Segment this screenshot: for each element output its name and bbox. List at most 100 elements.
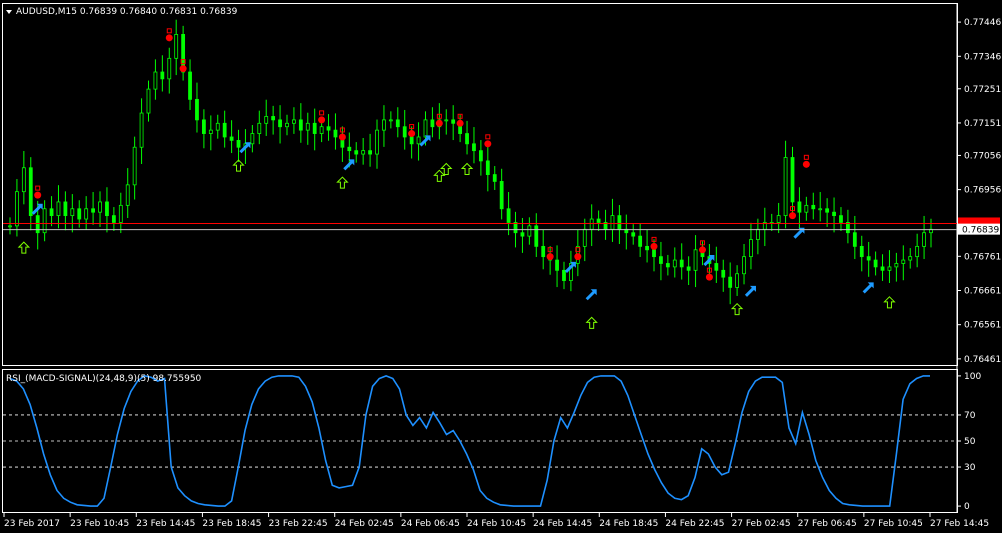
trading-chart[interactable]: 0.76839 0.77446 0.77346 0.77251 0.77151 0.77…: [0, 0, 1002, 533]
candle-body: [679, 259, 684, 268]
candle-body: [880, 266, 885, 271]
candle-body: [915, 245, 920, 258]
candle-body: [111, 215, 116, 223]
candle-body: [749, 239, 753, 258]
sell-marker-icon: [179, 65, 187, 73]
candle-body: [686, 266, 691, 271]
sell-marker-icon: [705, 273, 713, 281]
sell-marker-icon: [484, 140, 492, 148]
time-tick-label: 27 Feb 14:45: [930, 519, 989, 529]
candle-body: [665, 263, 670, 268]
candle-body: [354, 150, 359, 155]
time-tick-label: 23 Feb 10:45: [70, 519, 129, 529]
candle-body: [776, 215, 781, 223]
candle-body: [804, 204, 809, 213]
candle-body: [312, 122, 317, 134]
candle-body: [735, 273, 740, 288]
candle-body: [887, 266, 892, 271]
price-tick-label: 0.76561: [964, 321, 1001, 331]
candle-body: [672, 259, 677, 268]
candle-body: [894, 263, 899, 268]
symbol-header[interactable]: AUDUSD,M15 0.76839 0.76840 0.76831 0.768…: [6, 7, 238, 17]
candle-body: [728, 276, 733, 288]
symbol-header-text: AUDUSD,M15 0.76839 0.76840 0.76831 0.768…: [16, 7, 238, 17]
candle-body: [610, 215, 615, 230]
price-tick-label: 0.77446: [964, 18, 1001, 28]
candle-body: [402, 126, 407, 138]
sell-marker-icon: [698, 246, 706, 254]
candle-body: [811, 204, 816, 210]
candle-body: [416, 136, 421, 145]
candle-body: [292, 119, 296, 124]
candle-body: [783, 157, 788, 217]
candle-body: [91, 208, 95, 213]
candle-body: [305, 122, 310, 131]
sell-marker-icon: [546, 253, 554, 261]
candle-body: [444, 119, 449, 122]
candle-body: [195, 98, 199, 121]
candle-body: [423, 119, 428, 138]
candle-body: [201, 119, 206, 134]
candle-body: [596, 218, 601, 223]
candle-body: [285, 122, 289, 128]
candle-body: [146, 88, 151, 114]
candle-body: [859, 245, 864, 258]
candle-body: [430, 119, 435, 128]
candle-body: [250, 133, 255, 145]
candle-body: [125, 184, 130, 206]
candle-body: [652, 249, 656, 258]
candle-body: [846, 222, 850, 234]
candle-body: [499, 181, 504, 210]
candle-body: [167, 57, 172, 80]
time-tick-label: 23 Feb 2017: [4, 519, 60, 529]
price-tick-label: 0.77346: [964, 52, 1001, 62]
candle-body: [35, 215, 40, 234]
time-tick-label: 24 Feb 02:45: [335, 519, 394, 529]
candle-body: [873, 259, 878, 268]
candle-body: [174, 34, 179, 59]
candle-body: [160, 71, 165, 80]
candle-body: [56, 201, 61, 217]
candle-body: [492, 174, 497, 182]
candle-body: [368, 150, 372, 155]
candle-body: [520, 232, 525, 237]
candle-body: [513, 222, 518, 234]
candle-body: [361, 150, 366, 155]
candle-body: [222, 122, 227, 138]
candle-body: [839, 215, 843, 223]
candle-body: [188, 71, 192, 100]
candle-body: [236, 139, 241, 148]
candle-body: [347, 146, 352, 152]
sell-marker-icon: [34, 191, 42, 199]
candle-body: [15, 191, 19, 227]
indicator-tick-label: 100: [964, 372, 981, 382]
candle-body: [478, 150, 483, 162]
candle-body: [541, 245, 546, 258]
candle-body: [319, 126, 324, 134]
sell-marker-icon: [318, 116, 326, 124]
candle-body: [693, 249, 698, 271]
candle-body: [638, 235, 643, 247]
time-tick-label: 23 Feb 14:45: [136, 519, 195, 529]
candle-body: [797, 201, 802, 213]
indicator-tick-label: 70: [964, 411, 976, 421]
indicator-tick-label: 30: [964, 463, 976, 473]
sell-marker-icon: [456, 119, 464, 127]
time-tick-label: 23 Feb 18:45: [202, 519, 261, 529]
candle-body: [298, 119, 303, 131]
price-tick-label: 0.77151: [964, 119, 1001, 129]
sell-marker-icon: [435, 119, 443, 127]
candle-body: [790, 157, 795, 203]
chart-background: [0, 0, 1002, 533]
sell-marker-icon: [338, 133, 346, 141]
candle-body: [755, 228, 760, 240]
candle-body: [922, 232, 926, 247]
candle-body: [153, 71, 158, 90]
candle-body: [465, 133, 469, 145]
candle-body: [8, 225, 12, 228]
candle-body: [271, 116, 276, 121]
candle-body: [382, 119, 386, 131]
candle-body: [825, 208, 830, 213]
candle-body: [714, 263, 719, 271]
candle-body: [866, 256, 871, 261]
